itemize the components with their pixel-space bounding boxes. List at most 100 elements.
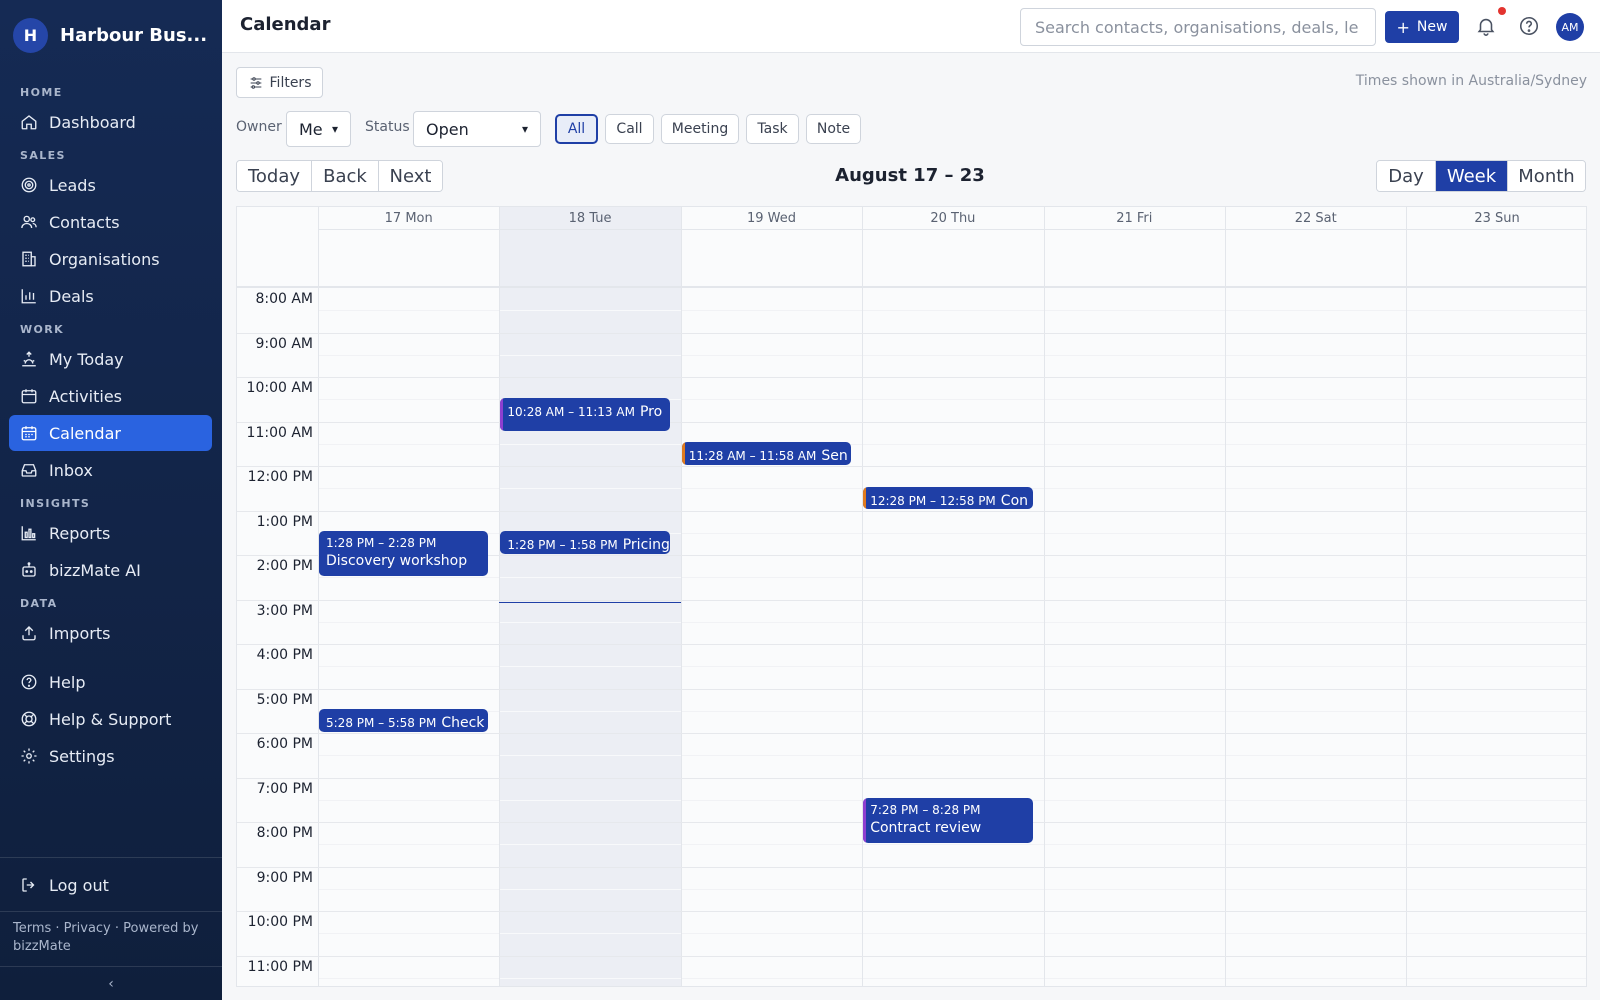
sidebar-item-label: Deals bbox=[49, 286, 94, 306]
status-select[interactable]: Open ▾ bbox=[413, 111, 541, 147]
nav-section-data: DATA bbox=[20, 597, 58, 610]
chart-icon bbox=[20, 524, 38, 542]
calendar-event[interactable]: 7:28 PM – 8:28 PM Contract review bbox=[863, 798, 1033, 843]
calendar-event[interactable]: 1:28 PM – 1:58 PM Pricing bbox=[500, 531, 670, 554]
lifebuoy-icon bbox=[20, 710, 38, 728]
calendar-event[interactable]: 12:28 PM – 12:58 PM Con bbox=[863, 486, 1033, 510]
half-hour-gridline bbox=[1226, 488, 1407, 490]
sidebar-item-help[interactable]: Help bbox=[9, 664, 212, 700]
day-column[interactable] bbox=[318, 207, 499, 986]
sidebar-item-label: My Today bbox=[49, 349, 124, 369]
sidebar-item-inbox[interactable]: Inbox bbox=[9, 452, 212, 488]
sidebar-item-bizzmate-ai[interactable]: bizzMate AI bbox=[9, 552, 212, 588]
sidebar-item-deals[interactable]: Deals bbox=[9, 278, 212, 314]
today-button[interactable]: Today bbox=[237, 161, 311, 191]
day-column[interactable] bbox=[1406, 207, 1586, 986]
week-calendar: 17 Mon 18 Tue 19 Wed 20 Thu 21 Fri 22 Sat 23 S… bbox=[236, 206, 1587, 987]
robot-icon bbox=[20, 561, 38, 579]
day-header[interactable]: 20 Thu bbox=[862, 207, 1044, 230]
day-header[interactable]: 17 Mon bbox=[318, 207, 500, 230]
day-header[interactable]: 19 Wed bbox=[680, 207, 863, 230]
sliders-icon bbox=[250, 76, 261, 89]
sidebar-item-dashboard[interactable]: Dashboard bbox=[9, 104, 212, 140]
sidebar-item-my-today[interactable]: My Today bbox=[9, 341, 212, 377]
bell-icon[interactable] bbox=[1475, 15, 1497, 37]
half-hour-gridline bbox=[1226, 532, 1407, 534]
calendar-event[interactable]: 10:28 AM – 11:13 AM Pro bbox=[500, 397, 670, 432]
inbox-icon bbox=[20, 461, 38, 479]
half-hour-gridline bbox=[1226, 755, 1407, 757]
sidebar-item-calendar[interactable]: Calendar bbox=[9, 415, 212, 451]
building-icon bbox=[20, 250, 38, 268]
avatar[interactable]: AM bbox=[1556, 13, 1584, 41]
footer-links[interactable]: Terms · Privacy · Powered by bizzMate bbox=[13, 920, 213, 956]
new-button[interactable]: + New bbox=[1385, 11, 1459, 43]
day-header[interactable]: 18 Tue bbox=[499, 207, 681, 230]
next-button[interactable]: Next bbox=[378, 161, 442, 191]
half-hour-gridline bbox=[1226, 844, 1407, 846]
view-week-button[interactable]: Week bbox=[1435, 161, 1507, 191]
half-hour-gridline bbox=[319, 755, 500, 757]
calendar-event[interactable]: 5:28 PM – 5:58 PM Check bbox=[319, 709, 489, 732]
day-column[interactable] bbox=[680, 207, 862, 986]
filter-chip-all[interactable]: All bbox=[555, 114, 598, 144]
sidebar-item-contacts[interactable]: Contacts bbox=[9, 204, 212, 240]
calendar-icon bbox=[20, 387, 38, 405]
half-hour-gridline bbox=[681, 621, 863, 623]
day-column[interactable] bbox=[862, 207, 1043, 986]
day-header[interactable]: 21 Fri bbox=[1043, 207, 1225, 230]
filters-button[interactable]: Filters bbox=[236, 67, 323, 98]
search-input[interactable] bbox=[1020, 8, 1376, 46]
calendar-event[interactable]: 1:28 PM – 2:28 PM Discovery workshop bbox=[319, 531, 489, 576]
half-hour-gridline bbox=[1226, 443, 1407, 445]
sidebar-item-label: bizzMate AI bbox=[49, 560, 141, 580]
half-hour-gridline bbox=[319, 354, 500, 356]
filter-chip-meeting[interactable]: Meeting bbox=[661, 114, 739, 144]
day-column[interactable] bbox=[1225, 207, 1406, 986]
sidebar-item-label: Activities bbox=[49, 386, 122, 406]
sidebar-item-activities[interactable]: Activities bbox=[9, 378, 212, 414]
filter-chip-call[interactable]: Call bbox=[605, 114, 654, 144]
half-hour-gridline bbox=[681, 710, 863, 712]
day-header[interactable]: 22 Sat bbox=[1225, 207, 1407, 230]
collapse-sidebar-button[interactable]: ‹ bbox=[0, 976, 222, 992]
half-hour-gridline bbox=[863, 621, 1044, 623]
filters-label: Filters bbox=[269, 74, 312, 91]
sidebar-divider bbox=[0, 966, 222, 967]
view-day-button[interactable]: Day bbox=[1377, 161, 1435, 191]
hour-gridline bbox=[237, 911, 1586, 912]
day-column[interactable] bbox=[1043, 207, 1225, 986]
logout-icon bbox=[20, 876, 38, 894]
view-month-button[interactable]: Month bbox=[1507, 161, 1585, 191]
day-column[interactable] bbox=[499, 207, 681, 986]
sidebar-item-organisations[interactable]: Organisations bbox=[9, 241, 212, 277]
help-circle-icon[interactable] bbox=[1518, 15, 1540, 37]
logout-button[interactable]: Log out bbox=[9, 867, 212, 903]
filter-chip-task[interactable]: Task bbox=[746, 114, 799, 144]
sidebar-item-reports[interactable]: Reports bbox=[9, 515, 212, 551]
half-hour-gridline bbox=[1044, 354, 1225, 356]
logout-label: Log out bbox=[49, 875, 109, 895]
calendar-event[interactable]: 11:28 AM – 11:58 AM Sen bbox=[681, 442, 852, 465]
brand[interactable]: H Harbour Bus... bbox=[13, 17, 207, 53]
sidebar-item-help-support[interactable]: Help & Support bbox=[9, 701, 212, 737]
half-hour-gridline bbox=[1044, 399, 1225, 401]
day-header[interactable]: 23 Sun bbox=[1406, 207, 1586, 230]
sidebar: H Harbour Bus... HOME Dashboard SALES Le… bbox=[0, 0, 222, 1000]
half-hour-gridline bbox=[1044, 844, 1225, 846]
sidebar-item-settings[interactable]: Settings bbox=[9, 738, 212, 774]
filter-chip-note[interactable]: Note bbox=[806, 114, 861, 144]
back-button[interactable]: Back bbox=[311, 161, 378, 191]
half-hour-gridline bbox=[681, 310, 863, 312]
half-hour-gridline bbox=[1226, 933, 1407, 935]
half-hour-gridline bbox=[863, 577, 1044, 579]
half-hour-gridline bbox=[1044, 888, 1225, 890]
sidebar-item-imports[interactable]: Imports bbox=[9, 615, 212, 651]
half-hour-gridline bbox=[863, 755, 1044, 757]
owner-select[interactable]: Me ▾ bbox=[286, 111, 351, 147]
hour-gridline bbox=[237, 777, 1586, 779]
sidebar-item-leads[interactable]: Leads bbox=[9, 167, 212, 203]
plus-icon: + bbox=[1396, 17, 1410, 37]
half-hour-gridline bbox=[319, 844, 500, 846]
half-hour-gridline bbox=[500, 844, 681, 846]
